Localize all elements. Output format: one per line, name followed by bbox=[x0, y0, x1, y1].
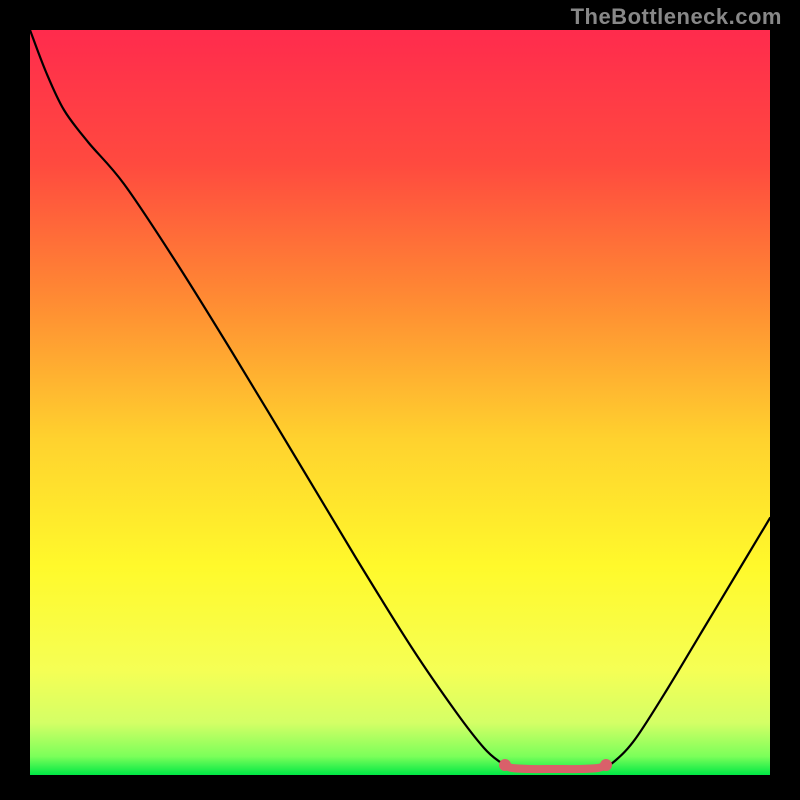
chart-container: { "watermark": "TheBottleneck.com", "cha… bbox=[0, 0, 800, 800]
chart-svg bbox=[0, 0, 800, 800]
watermark-text: TheBottleneck.com bbox=[571, 4, 782, 30]
plot-background bbox=[30, 30, 770, 775]
